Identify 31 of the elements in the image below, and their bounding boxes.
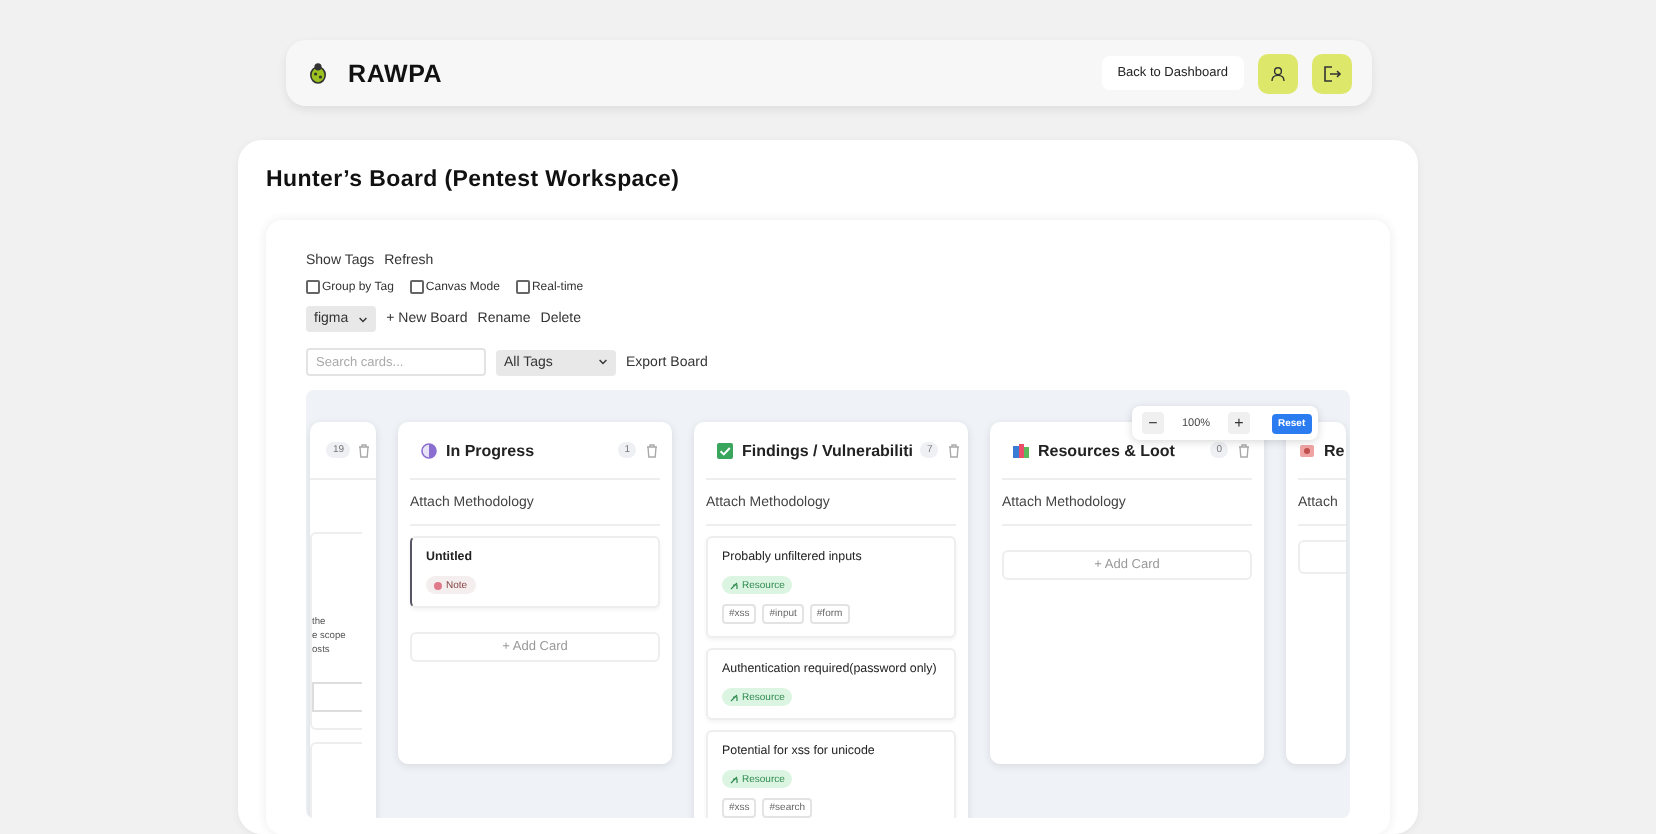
link-icon [730,775,738,784]
column-title: In Progress [446,441,537,459]
zoom-out-button[interactable]: − [1142,412,1164,434]
logout-button[interactable] [1312,53,1352,93]
checkbox[interactable] [409,280,424,294]
trash-icon [946,441,963,459]
link-icon [730,693,738,702]
trash-icon [1236,441,1252,459]
page-title: Hunter’s Board (Pentest Workspace) [266,168,682,192]
card-field [312,681,362,712]
trash-icon [644,441,660,459]
link-icon [730,581,738,590]
trash-icon [356,441,372,459]
bug-logo-icon [308,62,328,84]
note-icon [1298,441,1316,459]
checkbox[interactable] [515,280,530,294]
checkbox[interactable] [306,280,320,294]
logout-icon [1322,63,1342,83]
profile-button[interactable] [1258,53,1298,93]
user-icon [1270,65,1286,81]
chevron-down-icon [358,315,369,323]
column-title: Re [1324,441,1346,459]
books-icon [1012,441,1030,459]
half-circle-icon [420,441,438,459]
column-title: Resources & Loot [1038,441,1177,459]
checkbox-icon [716,441,734,459]
zoom-in-button[interactable]: + [1228,412,1250,434]
chevron-down-icon [598,358,608,366]
brand-name: RAWPA [348,59,443,87]
dot-icon [434,581,442,590]
column-title: Findings / Vulnerabiliti [742,441,913,459]
